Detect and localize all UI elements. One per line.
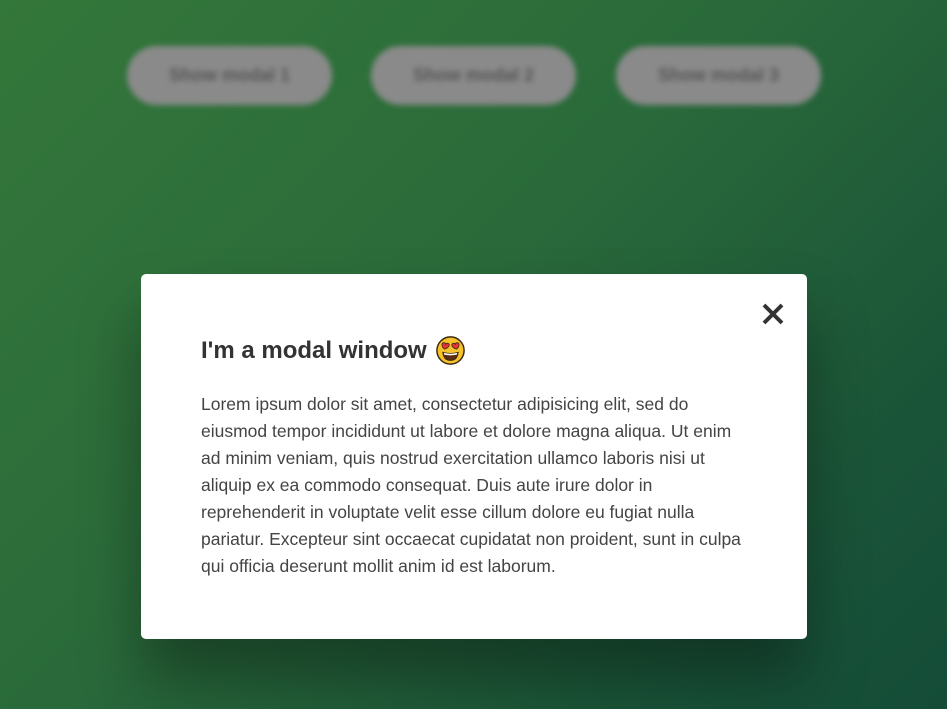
modal-title-text: I'm a modal window (201, 336, 427, 364)
heart-eyes-emoji-icon (435, 336, 465, 365)
modal-body-text: Lorem ipsum dolor sit amet, consectetur … (201, 394, 741, 576)
modal-title: I'm a modal window (201, 336, 465, 365)
show-modal-2-button[interactable]: Show modal 2 (371, 46, 576, 105)
close-button[interactable] (759, 300, 787, 328)
show-modal-3-button[interactable]: Show modal 3 (616, 46, 821, 105)
close-icon (759, 300, 787, 328)
modal-window: I'm a modal window Lorem ipsum dolor sit… (141, 274, 807, 639)
show-modal-1-button[interactable]: Show modal 1 (127, 46, 332, 105)
